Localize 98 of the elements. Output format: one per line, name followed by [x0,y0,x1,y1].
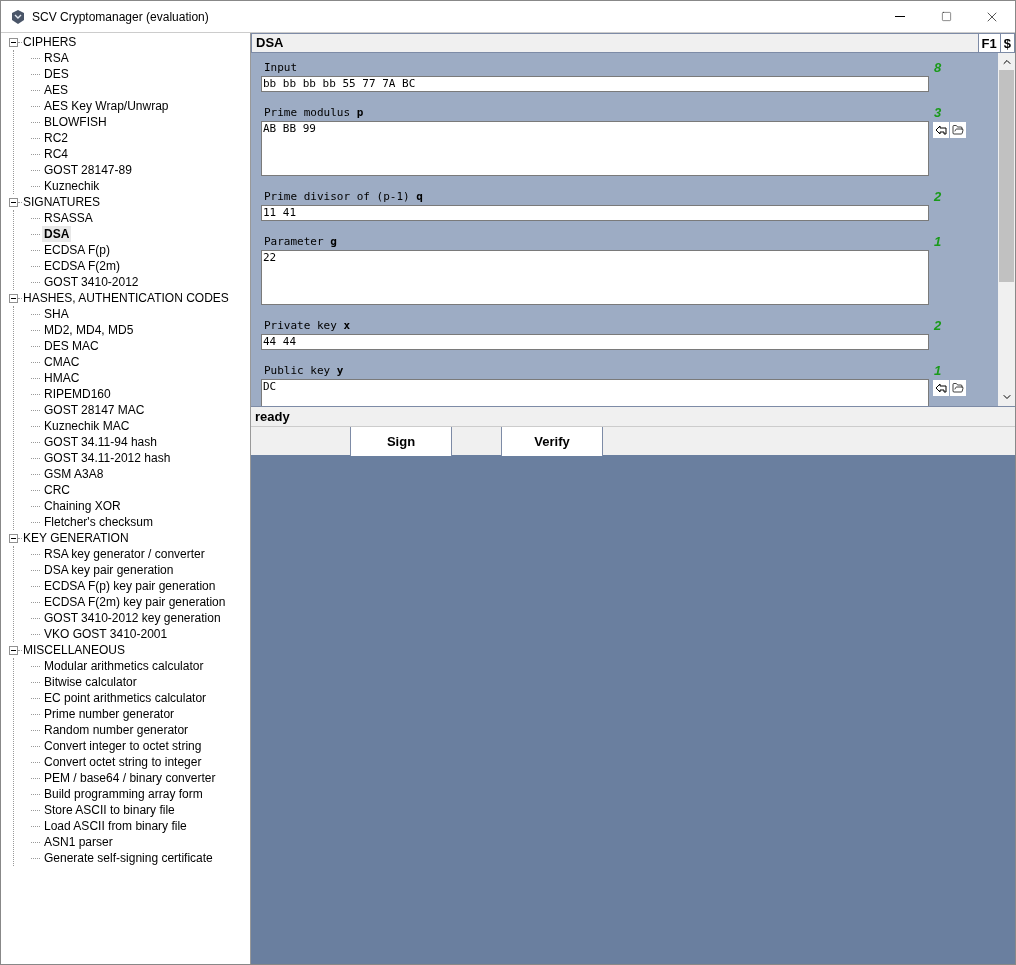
field-label: Input [263,60,299,76]
tree-item[interactable]: RC4 [42,146,70,162]
tree-category[interactable]: MISCELLANEOUS [23,642,126,658]
tree-item[interactable]: RC2 [42,130,70,146]
tree-item[interactable]: Convert octet string to integer [42,754,204,770]
field-value: AB BB 99 [263,122,316,135]
minimize-icon [895,16,905,17]
value-field[interactable]: 22 [261,250,929,305]
tree-item[interactable]: Kuznechik [42,178,102,194]
tree-item[interactable]: GOST 28147 MAC [42,402,147,418]
field-value: 22 [263,251,277,264]
field-label: Private key x [263,318,352,334]
tree-item[interactable]: Store ASCII to binary file [42,802,177,818]
tree-item[interactable]: Load ASCII from binary file [42,818,189,834]
collapse-icon[interactable] [9,197,18,207]
field-label: Parameter g [263,234,338,250]
collapse-icon[interactable] [9,293,18,303]
back-arrow-icon [935,382,947,394]
tree-category[interactable]: CIPHERS [23,34,77,50]
action-button[interactable]: Verify [501,427,603,456]
value-field[interactable]: AB BB 99 [261,121,929,176]
tree-item[interactable]: EC point arithmetics calculator [42,690,209,706]
tree-item[interactable]: Kuznechik MAC [42,418,132,434]
tree-item[interactable]: Generate self-signing certificate [42,850,215,866]
byte-count: 2 [933,318,943,334]
tree-item[interactable]: DSA key pair generation [42,562,176,578]
tree-item[interactable]: SHA [42,306,71,322]
tree-item[interactable]: ECDSA F(p) key pair generation [42,578,218,594]
paste-back-button[interactable] [933,380,949,396]
field-value: 11 41 [263,206,297,219]
scrollbar-thumb[interactable] [999,70,1014,282]
tree-item[interactable]: MD2, MD4, MD5 [42,322,136,338]
field-value: 44 44 [263,335,297,348]
tree-item[interactable]: Chaining XOR [42,498,123,514]
tree-item[interactable]: PEM / base64 / binary converter [42,770,218,786]
tree-item[interactable]: DSA [42,226,72,242]
field-label: Prime divisor of (p-1) q [263,189,424,205]
open-file-button[interactable] [950,380,966,396]
value-field[interactable]: 44 44 [261,334,929,350]
value-field[interactable]: 11 41 [261,205,929,221]
collapse-icon[interactable] [9,645,18,655]
open-file-button[interactable] [950,122,966,138]
tree-item[interactable]: RSASSA [42,210,95,226]
tree-item[interactable]: ECDSA F(2m) key pair generation [42,594,228,610]
byte-count: 1 [933,363,943,379]
tree-item[interactable]: AES [42,82,70,98]
tree-item[interactable]: VKO GOST 3410-2001 [42,626,170,642]
tree-item[interactable]: GOST 3410-2012 key generation [42,610,223,626]
tree-item[interactable]: Convert integer to octet string [42,738,204,754]
tree-item[interactable]: RIPEMD160 [42,386,113,402]
tree-item[interactable]: ECDSA F(2m) [42,258,122,274]
tree-item[interactable]: AES Key Wrap/Unwrap [42,98,171,114]
app-logo-icon [10,8,26,25]
window-title: SCV Cryptomanager (evaluation) [32,8,209,26]
tree-item[interactable]: GOST 28147-89 [42,162,134,178]
panel-title: DSA [255,34,285,53]
byte-count: 8 [933,60,943,76]
tree-category[interactable]: KEY GENERATION [23,530,129,546]
tree-item[interactable]: Build programming array form [42,786,205,802]
tree-item[interactable]: Fletcher's checksum [42,514,155,530]
action-button[interactable]: Sign [350,427,452,456]
field-label: Prime modulus p [263,105,365,121]
tree-item[interactable]: GOST 34.11-2012 hash [42,450,173,466]
tree-item[interactable]: GOST 34.11-94 hash [42,434,159,450]
paste-back-button[interactable] [933,122,949,138]
tree-item[interactable]: CMAC [42,354,82,370]
tree-item[interactable]: Bitwise calculator [42,674,139,690]
value-field[interactable]: bb bb bb bb 55 77 7A BC [261,76,929,92]
scrollbar[interactable] [998,53,1015,406]
collapse-icon[interactable] [9,533,18,543]
status-text: ready [254,407,290,426]
tree-item[interactable]: GOST 3410-2012 [42,274,141,290]
maximize-icon [940,11,952,22]
tree-item[interactable]: ASN1 parser [42,834,115,850]
byte-count: 1 [933,234,943,250]
field-value: bb bb bb bb 55 77 7A BC [263,77,416,90]
tree-item[interactable]: Prime number generator [42,706,177,722]
tree-item[interactable]: Random number generator [42,722,191,738]
byte-count: 2 [933,189,943,205]
tree-item[interactable]: DES MAC [42,338,101,354]
tree-item[interactable]: DES [42,66,71,82]
tree-category[interactable]: SIGNATURES [23,194,101,210]
collapse-icon[interactable] [9,37,18,47]
tree-item[interactable]: Modular arithmetics calculator [42,658,206,674]
tree-item[interactable]: GSM A3A8 [42,466,106,482]
byte-count: 3 [933,105,943,121]
tree-category[interactable]: HASHES, AUTHENTICATION CODES [23,290,229,306]
tree-item[interactable]: HMAC [42,370,82,386]
help-button[interactable]: F1 [977,34,1000,52]
tree-item[interactable]: BLOWFISH [42,114,109,130]
back-arrow-icon [935,124,947,136]
tree-item[interactable]: RSA [42,50,71,66]
tree-item[interactable]: RSA key generator / converter [42,546,207,562]
tree-item[interactable]: CRC [42,482,72,498]
field-label: Public key y [263,363,345,379]
tree-item[interactable]: ECDSA F(p) [42,242,112,258]
field-value: DC [263,380,277,393]
value-field[interactable]: DC [261,379,929,406]
